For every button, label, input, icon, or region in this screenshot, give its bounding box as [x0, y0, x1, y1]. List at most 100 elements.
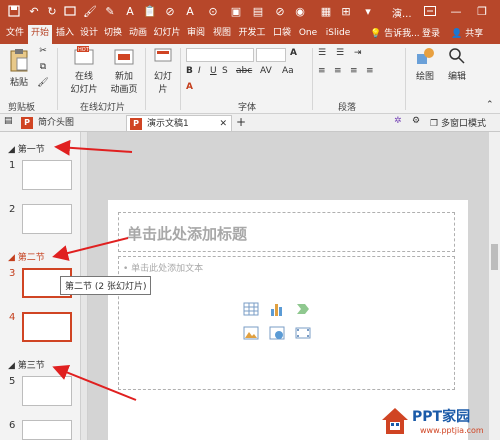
minimize-icon[interactable]: —	[446, 3, 466, 19]
tab-slideshow[interactable]: 幻灯片	[152, 25, 182, 42]
editing-button[interactable]: 编辑	[444, 46, 470, 82]
underline-icon[interactable]: U	[210, 66, 217, 76]
collapse-ribbon-icon[interactable]: ⌃	[486, 100, 494, 110]
tab-developer[interactable]: 开发工	[236, 25, 268, 42]
tab-onenote[interactable]: One	[296, 25, 320, 42]
a-glyph-icon[interactable]: A	[182, 3, 198, 19]
slide-number: 4	[9, 312, 16, 323]
clipboard-icon[interactable]: 📋	[142, 3, 158, 19]
a-glyph-icon[interactable]: A	[122, 3, 138, 19]
tab-animations[interactable]: 动画	[126, 25, 150, 42]
section-header-3[interactable]: ◢ 第三节	[8, 358, 45, 371]
slide-thumbnail-6[interactable]	[22, 420, 72, 440]
video-icon[interactable]	[295, 325, 311, 341]
save-icon[interactable]	[6, 3, 22, 19]
strikethrough-icon[interactable]: abc	[236, 66, 252, 76]
slideshow-start-icon[interactable]	[62, 3, 78, 19]
pen-icon[interactable]: ✎	[102, 3, 118, 19]
content-placeholder[interactable]: • 单击此处添加文本	[118, 256, 455, 390]
tab-transitions[interactable]: 切换	[102, 25, 124, 42]
indent-icon[interactable]: ⇥	[354, 48, 362, 58]
cut-icon[interactable]: ✂	[36, 46, 50, 60]
vertical-scrollbar[interactable]	[488, 132, 500, 440]
share-button[interactable]: 👤 共享	[451, 26, 483, 39]
login-link[interactable]: 登录	[422, 26, 440, 39]
restore-icon[interactable]: ❐	[472, 3, 492, 19]
slide-thumbnail-5[interactable]	[22, 376, 72, 406]
bold-icon[interactable]: B	[186, 66, 193, 76]
numbering-icon[interactable]: ☰	[336, 48, 344, 58]
online-picture-icon[interactable]	[269, 325, 285, 341]
undo-icon[interactable]: ↶	[26, 3, 42, 19]
align-center-icon[interactable]: ≡	[334, 66, 342, 76]
align-left-icon[interactable]: ≡	[318, 66, 326, 76]
format-painter-icon[interactable]: 🖌	[36, 78, 50, 92]
redo-icon[interactable]: ↻	[44, 3, 60, 19]
image-icon[interactable]: ▣	[228, 3, 244, 19]
tab-pocket[interactable]: 口袋	[270, 25, 294, 42]
add-tab-icon[interactable]: +	[236, 115, 246, 129]
section-label-2: 第二节	[17, 253, 45, 263]
doc-tab-presentation1[interactable]: P 演示文稿1 ✕	[126, 115, 232, 131]
paragraph-group-label: 段落	[338, 103, 357, 113]
align-right-icon[interactable]: ≡	[350, 66, 358, 76]
tab-view[interactable]: 视图	[210, 25, 234, 42]
drawing-button[interactable]: 绘图	[412, 46, 438, 82]
char-spacing-icon[interactable]: AV	[260, 66, 272, 76]
chevron-down-icon[interactable]: ▾	[360, 3, 376, 19]
panel-icon[interactable]: ▤	[4, 116, 13, 126]
section-tooltip: 第二节 (2 张幻灯片)	[60, 276, 152, 295]
tab-review[interactable]: 审阅	[184, 25, 208, 42]
tell-me-search[interactable]: 💡 告诉我...	[370, 26, 420, 39]
link-icon[interactable]: ⊘	[272, 3, 288, 19]
group-divider	[405, 48, 406, 110]
new-animation-label: 新加	[114, 72, 133, 82]
title-placeholder-text: 单击此处添加标题	[127, 225, 248, 243]
link-icon[interactable]: ⊘	[162, 3, 178, 19]
bullets-icon[interactable]: ☰	[318, 48, 326, 58]
justify-icon[interactable]: ≡	[366, 66, 374, 76]
slide-thumbnail-4[interactable]	[22, 312, 72, 342]
record-icon[interactable]: ◉	[292, 3, 308, 19]
doc-tab-intro[interactable]: P 简介头图	[18, 115, 122, 131]
new-slide-button[interactable]: 幻灯片	[150, 46, 176, 95]
pin-icon[interactable]: ✲	[394, 116, 402, 126]
clipboard-icon[interactable]: ▤	[250, 3, 266, 19]
section-header-1[interactable]: ◢ 第一节	[8, 142, 45, 155]
tab-home[interactable]: 开始	[28, 25, 52, 44]
slide-thumbnail-1[interactable]	[22, 160, 72, 190]
tab-file[interactable]: 文件	[4, 25, 26, 42]
paste-button[interactable]: 粘贴	[6, 48, 32, 88]
section-header-2[interactable]: ◢ 第二节	[8, 250, 45, 263]
chart-icon[interactable]	[269, 301, 285, 317]
grow-font-icon[interactable]: A	[290, 48, 297, 58]
font-color-icon[interactable]: A	[186, 82, 193, 92]
settings-icon[interactable]: ⚙	[412, 116, 420, 126]
image-icon[interactable]: ▦	[318, 3, 334, 19]
tab-design[interactable]: 设计	[78, 25, 100, 42]
title-placeholder[interactable]: 单击此处添加标题	[118, 212, 455, 252]
copy-icon[interactable]: ⧉	[36, 62, 50, 76]
grid-icon[interactable]: ⊞	[338, 3, 354, 19]
close-icon[interactable]: ✕	[219, 116, 227, 132]
italic-icon[interactable]: I	[198, 66, 201, 76]
shadow-icon[interactable]: S	[222, 66, 228, 76]
record-icon[interactable]: ⊙	[205, 3, 221, 19]
multi-window-button[interactable]: ❐ 多窗口模式	[430, 116, 486, 129]
scrollbar-thumb[interactable]	[491, 244, 498, 270]
font-name-select[interactable]	[186, 48, 254, 62]
change-case-icon[interactable]: Aa	[282, 66, 294, 76]
tab-insert[interactable]: 插入	[54, 25, 76, 42]
content-placeholder-text: • 单击此处添加文本	[123, 264, 204, 274]
smartart-icon[interactable]	[295, 301, 311, 317]
table-icon[interactable]	[243, 301, 259, 317]
font-size-select[interactable]	[256, 48, 286, 62]
format-painter-icon[interactable]: 🖌	[82, 3, 98, 19]
house-logo-icon	[382, 408, 408, 434]
online-slides-button[interactable]: HOT 在线 幻灯片	[64, 46, 104, 95]
picture-icon[interactable]	[243, 325, 259, 341]
slide-thumbnail-2[interactable]	[22, 204, 72, 234]
tab-islide[interactable]: iSlide	[322, 25, 354, 42]
ribbon-display-options-icon[interactable]	[420, 3, 440, 19]
new-animation-page-button[interactable]: 新加 动画页	[106, 46, 142, 95]
